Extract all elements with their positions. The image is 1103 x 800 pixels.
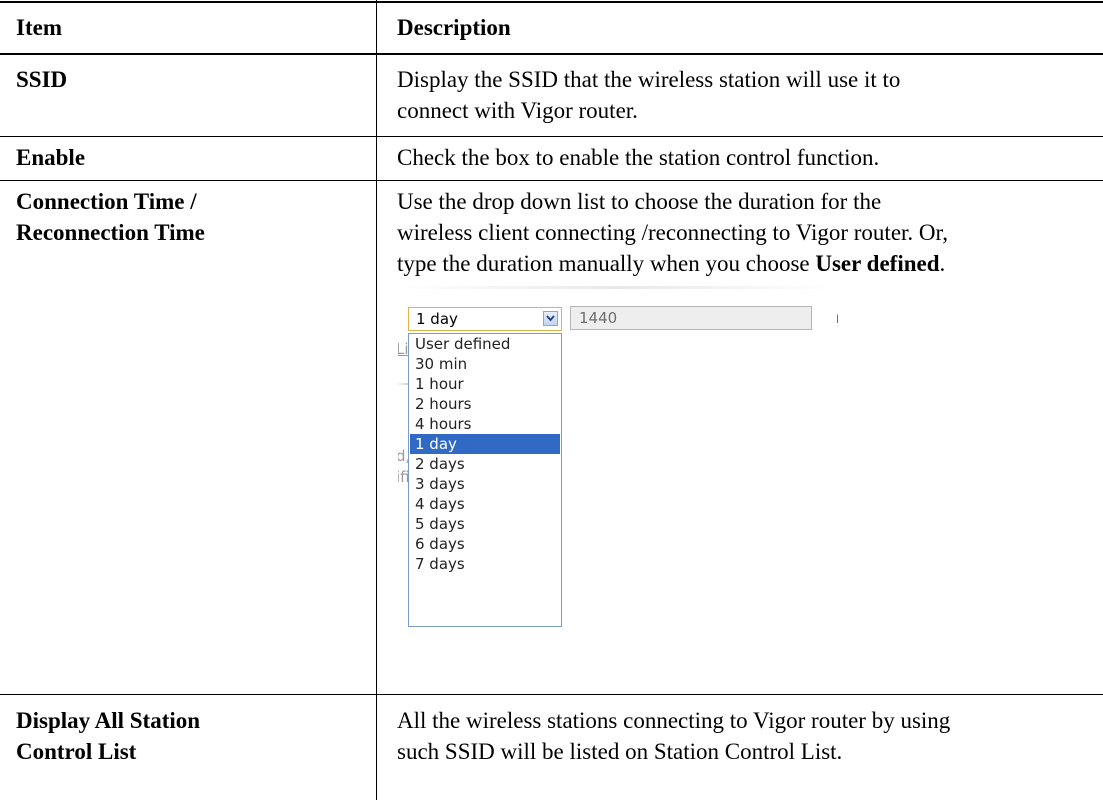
duration-option[interactable]: User defined: [410, 334, 560, 354]
column-divider: [376, 0, 377, 800]
ghost-bar: [398, 383, 408, 385]
row-item-enable: Enable: [16, 145, 86, 170]
row-divider: [0, 136, 1103, 137]
duration-select[interactable]: 1 day: [408, 307, 562, 331]
row-description-display-all-station: All the wireless stations connecting to …: [397, 708, 951, 764]
row-item-display-all-station: Display All Station Control List: [16, 708, 201, 764]
row-divider: [0, 180, 1103, 181]
duration-option[interactable]: 2 hours: [410, 394, 560, 414]
header-item: Item: [16, 15, 62, 40]
duration-option-selected[interactable]: 1 day: [410, 434, 560, 454]
duration-option[interactable]: 7 days: [410, 554, 560, 574]
duration-option[interactable]: 2 days: [410, 454, 560, 474]
duration-option[interactable]: 30 min: [410, 354, 560, 374]
duration-option[interactable]: 4 hours: [410, 414, 560, 434]
duration-select-value: 1 day: [416, 310, 458, 328]
screenshot-top-edge: [398, 286, 838, 289]
dropdown-screenshot: Li d, ifi 1 day 1440 min User defined 30…: [398, 286, 838, 658]
duration-option[interactable]: 5 days: [410, 514, 560, 534]
duration-option[interactable]: 4 days: [410, 494, 560, 514]
table-top-border: [0, 1, 1103, 3]
row-description-enable: Check the box to enable the station cont…: [397, 145, 880, 170]
chevron-down-icon[interactable]: [543, 311, 558, 326]
row-divider: [0, 694, 1103, 695]
duration-option[interactable]: 6 days: [410, 534, 560, 554]
row-item-ssid: SSID: [16, 67, 68, 92]
ghost-fragment: Li: [398, 340, 409, 358]
row-item-connection-time: Connection Time / Reconnection Time: [16, 189, 205, 245]
duration-option[interactable]: 3 days: [410, 474, 560, 494]
header-bottom-border: [0, 53, 1103, 55]
duration-options-list[interactable]: User defined 30 min 1 hour 2 hours 4 hou…: [408, 333, 562, 627]
row-description-ssid: Display the SSID that the wireless stati…: [397, 67, 901, 123]
row-description-connection-time: Use the drop down list to choose the dur…: [397, 189, 949, 276]
duration-minutes-input[interactable]: 1440: [570, 306, 812, 330]
duration-unit-label: min: [836, 307, 838, 329]
header-description: Description: [397, 15, 511, 40]
duration-option[interactable]: 1 hour: [410, 374, 560, 394]
